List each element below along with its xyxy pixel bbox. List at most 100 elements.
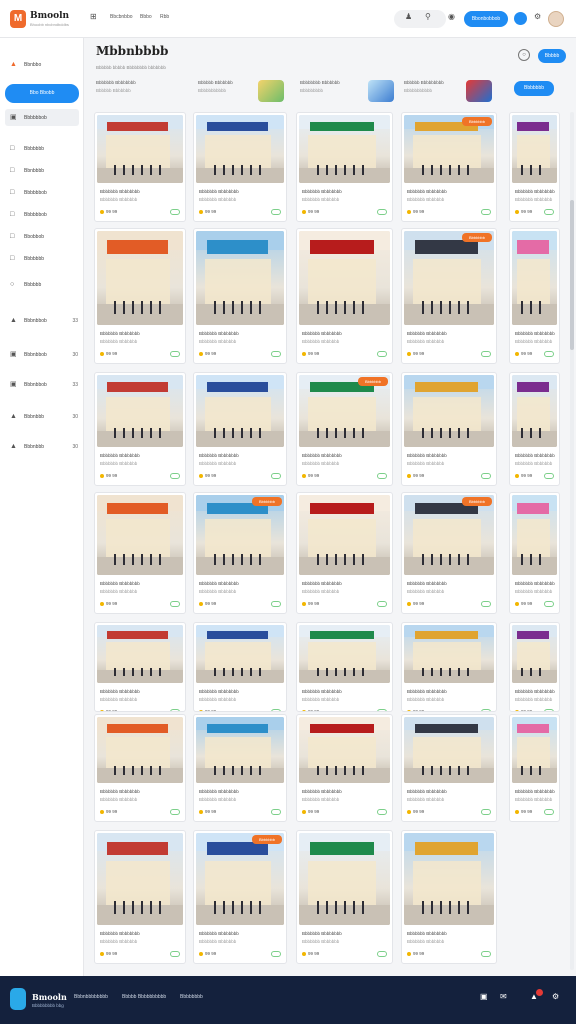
nav-link-2[interactable]: Bbbo — [140, 14, 152, 20]
card-chip-icon[interactable] — [377, 209, 387, 215]
shop-card[interactable]: Bbbbbbb Bbbbbbb Bbbbbbbb Bbbbbbb Bbbbbbb 99… — [296, 372, 393, 486]
sidebar-item-12[interactable]: ▣ Bbbnbbob 33 — [10, 378, 80, 392]
sidebar-item-13[interactable]: ▲ Bbbnbbb 30 — [10, 410, 80, 424]
storefront-image[interactable] — [97, 375, 183, 447]
shop-card[interactable]: Bbbbbbb Bbbbbbbb Bbbbbbb Bbbbbbb 99 99 — [509, 228, 560, 364]
card-chip-icon[interactable] — [481, 473, 491, 479]
card-chip-icon[interactable] — [271, 601, 281, 607]
sidebar-item-3[interactable]: □ Bbbbbbb — [10, 142, 80, 156]
storefront-image[interactable] — [404, 833, 494, 925]
storefront-image[interactable] — [299, 717, 390, 783]
storefront-image[interactable] — [196, 231, 284, 325]
storefront-image[interactable] — [97, 833, 183, 925]
shop-card[interactable]: Bbbbbbb Bbbbbbbb Bbbbbbb Bbbbbbb 99 99 — [193, 228, 287, 364]
footer-link-1[interactable]: Bbbnbbbbbbbb — [74, 994, 108, 1000]
shop-card[interactable]: Bbbbbbb Bbbbbbbb Bbbbbbb Bbbbbbb 99 99 — [296, 622, 393, 712]
sidebar-item-6[interactable]: □ Bbbbbbob — [10, 208, 80, 222]
shop-card[interactable]: Bbbbbbb Bbbbbbbb Bbbbbbb Bbbbbbb 99 99 — [94, 830, 186, 964]
card-chip-icon[interactable] — [271, 809, 281, 815]
card-chip-icon[interactable] — [377, 709, 387, 711]
shop-card[interactable]: Bbbbbbb Bbbbbbb Bbbbbbbb Bbbbbbb Bbbbbbb 99… — [193, 830, 287, 964]
storefront-image[interactable] — [404, 375, 494, 447]
storefront-image[interactable] — [299, 833, 390, 925]
card-chip-icon[interactable] — [377, 809, 387, 815]
settings-icon[interactable]: ⚙ — [552, 992, 559, 1001]
shop-card[interactable]: Bbbbbbb Bbbbbbbb Bbbbbbb Bbbbbbb 99 99 — [94, 492, 186, 614]
card-chip-icon[interactable] — [271, 709, 281, 711]
sidebar-item-14[interactable]: ▲ Bbbnbbb 30 — [10, 440, 80, 454]
shop-card[interactable]: Bbbbbbb Bbbbbbbb Bbbbbbb Bbbbbbb 99 99 — [296, 228, 393, 364]
nav-link-1[interactable]: Bbcbnbbo — [110, 14, 133, 20]
shop-card[interactable]: Bbbbbbb Bbbbbbbb Bbbbbbb Bbbbbbb 99 99 — [509, 492, 560, 614]
sidebar-item-1[interactable]: ▲ Bbnbbo — [10, 58, 80, 72]
card-chip-icon[interactable] — [271, 473, 281, 479]
secondary-action-button[interactable]: Bbbbbbb — [514, 81, 554, 96]
shop-card[interactable]: Bbbbbbb Bbbbbbbb Bbbbbbb Bbbbbbb 99 99 — [193, 372, 287, 486]
card-chip-icon[interactable] — [481, 209, 491, 215]
card-chip-icon[interactable] — [544, 809, 554, 815]
shop-card[interactable]: Bbbbbbb Bbbbbbbb Bbbbbbb Bbbbbbb 99 99 — [296, 492, 393, 614]
card-chip-icon[interactable] — [481, 951, 491, 957]
shop-card[interactable]: Bbbbbbb Bbbbbbbb Bbbbbbb Bbbbbbb 99 99 — [509, 622, 560, 712]
card-chip-icon[interactable] — [481, 351, 491, 357]
card-chip-icon[interactable] — [377, 473, 387, 479]
footer-logo-icon[interactable] — [10, 988, 26, 1010]
card-chip-icon[interactable] — [544, 601, 554, 607]
card-chip-icon[interactable] — [170, 709, 180, 711]
shop-card[interactable]: Bbbbbbb Bbbbbbbb Bbbbbbb Bbbbbbb 99 99 — [401, 830, 497, 964]
sidebar-item-10[interactable]: ▲ Bbbnbbob 33 — [10, 314, 80, 328]
card-chip-icon[interactable] — [481, 809, 491, 815]
shop-card[interactable]: Bbbbbbb Bbbbbbbb Bbbbbbb Bbbbbbb 99 99 — [94, 714, 186, 822]
shop-card[interactable]: Bbbbbbb Bbbbbbb Bbbbbbbb Bbbbbbb Bbbbbbb 99… — [401, 112, 497, 222]
top-action-button[interactable]: Bbbbb — [538, 49, 566, 63]
account-icon[interactable] — [514, 12, 527, 25]
brand-logo-icon[interactable]: M — [10, 10, 26, 28]
sidebar-item-9[interactable]: ○ Bbbbbb — [10, 278, 80, 292]
storefront-image[interactable] — [97, 495, 183, 575]
storefront-image[interactable] — [196, 115, 284, 183]
card-chip-icon[interactable] — [271, 209, 281, 215]
shop-card[interactable]: Bbbbbbb Bbbbbbbb Bbbbbbb Bbbbbbb 99 99 — [94, 228, 186, 364]
card-chip-icon[interactable] — [170, 473, 180, 479]
settings-icon[interactable]: ⚙ — [534, 12, 541, 21]
save-icon[interactable]: ▣ — [480, 992, 488, 1001]
storefront-image[interactable] — [512, 231, 557, 325]
card-chip-icon[interactable] — [271, 351, 281, 357]
card-chip-icon[interactable] — [170, 209, 180, 215]
shop-card[interactable]: Bbbbbbb Bbbbbbbb Bbbbbbb Bbbbbbb 99 99 — [296, 112, 393, 222]
card-chip-icon[interactable] — [170, 601, 180, 607]
notification-icon[interactable]: ◉ — [448, 12, 455, 21]
nav-link-3[interactable]: Rbb — [160, 14, 169, 20]
storefront-image[interactable] — [97, 717, 183, 783]
storefront-image[interactable] — [299, 625, 390, 683]
storefront-image[interactable] — [404, 231, 494, 325]
storefront-image[interactable] — [512, 625, 557, 683]
card-chip-icon[interactable] — [170, 809, 180, 815]
storefront-image[interactable] — [299, 231, 390, 325]
shop-card[interactable]: Bbbbbbb Bbbbbbbb Bbbbbbb Bbbbbbb 99 99 — [401, 622, 497, 712]
card-chip-icon[interactable] — [377, 351, 387, 357]
shop-card[interactable]: Bbbbbbb Bbbbbbbb Bbbbbbb Bbbbbbb 99 99 — [296, 714, 393, 822]
sidebar-item-7[interactable]: □ Bbobbob — [10, 230, 80, 244]
sidebar-item-2[interactable]: ▣ Bbbbbbob — [10, 111, 80, 125]
sidebar-item-5[interactable]: □ Bbbbbbob — [10, 186, 80, 200]
card-chip-icon[interactable] — [544, 209, 554, 215]
message-icon[interactable]: ✉ — [500, 992, 507, 1001]
card-chip-icon[interactable] — [481, 709, 491, 711]
sidebar-item-4[interactable]: □ Bbnbbbb — [10, 164, 80, 178]
card-chip-icon[interactable] — [544, 709, 554, 711]
storefront-image[interactable] — [512, 115, 557, 183]
storefront-image[interactable] — [404, 625, 494, 683]
card-chip-icon[interactable] — [377, 951, 387, 957]
card-chip-icon[interactable] — [544, 473, 554, 479]
sidebar-item-8[interactable]: □ Bbbbbbb — [10, 252, 80, 266]
storefront-image[interactable] — [196, 833, 284, 925]
shop-card[interactable]: Bbbbbbb Bbbbbbb Bbbbbbbb Bbbbbbb Bbbbbbb 99… — [401, 492, 497, 614]
shop-card[interactable]: Bbbbbbb Bbbbbbbb Bbbbbbb Bbbbbbb 99 99 — [193, 112, 287, 222]
storefront-image[interactable] — [196, 625, 284, 683]
shop-card[interactable]: Bbbbbbb Bbbbbbb Bbbbbbbb Bbbbbbb Bbbbbbb 99… — [193, 492, 287, 614]
storefront-image[interactable] — [97, 115, 183, 183]
card-chip-icon[interactable] — [271, 951, 281, 957]
card-chip-icon[interactable] — [544, 351, 554, 357]
shop-card[interactable]: Bbbbbbb Bbbbbbbb Bbbbbbb Bbbbbbb 99 99 — [401, 372, 497, 486]
